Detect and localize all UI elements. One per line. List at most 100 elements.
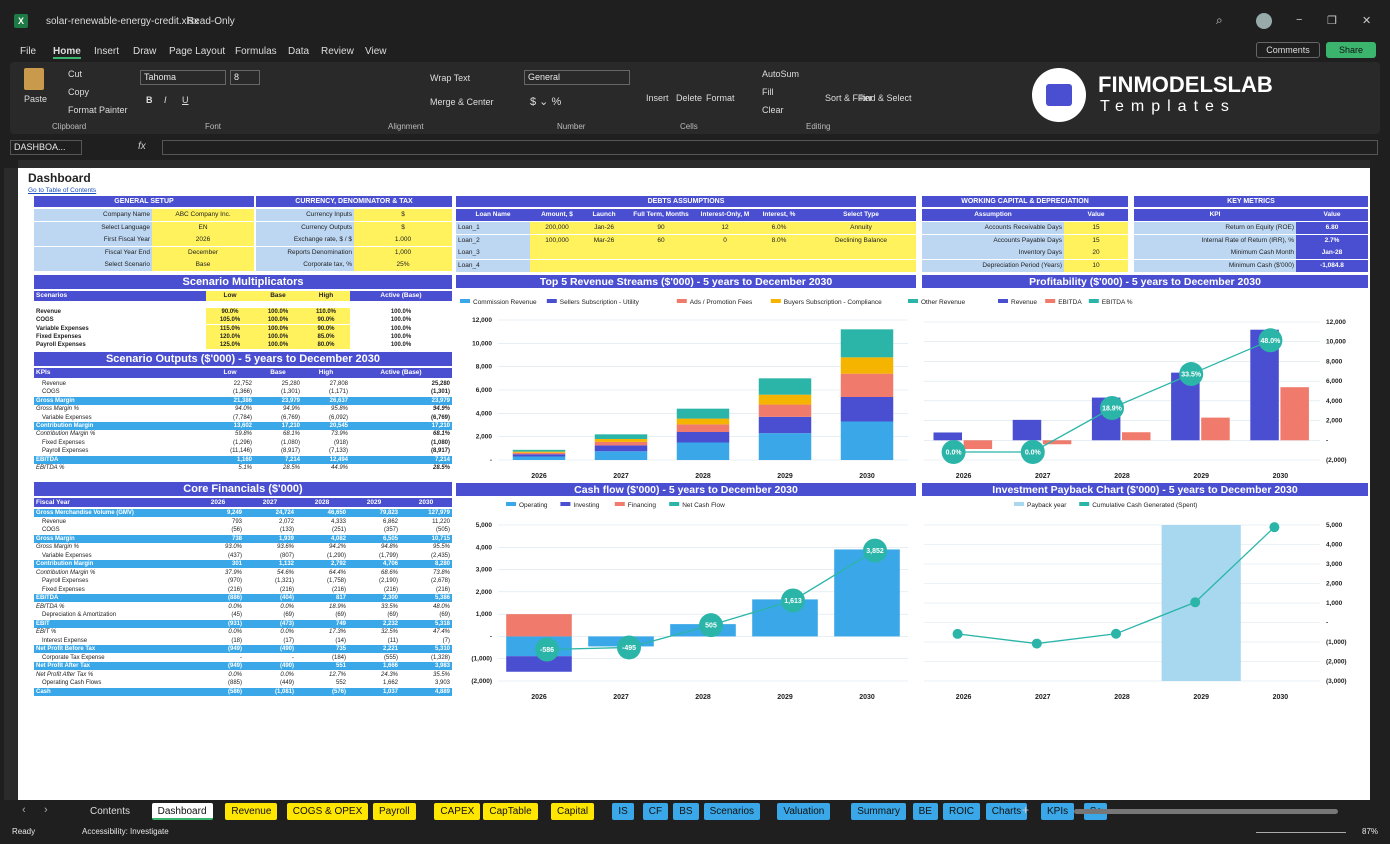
- excel-icon: X: [14, 14, 28, 28]
- revenue-legend-swatch: [676, 299, 687, 303]
- autosum-button[interactable]: AutoSum: [762, 69, 799, 79]
- payback-year-bar: [1161, 525, 1241, 681]
- group-cells: Cells: [680, 122, 698, 131]
- menu-draw[interactable]: Draw: [133, 46, 156, 57]
- clear-button[interactable]: Clear: [762, 105, 784, 115]
- insert-cells-button[interactable]: Insert: [646, 93, 669, 103]
- profit-legend-label: Revenue: [1011, 299, 1037, 306]
- copy-button[interactable]: Copy: [68, 87, 89, 97]
- tab-contents[interactable]: Contents: [84, 803, 136, 820]
- formula-input[interactable]: [162, 140, 1378, 155]
- payback-axis-tick: 3,000: [1326, 561, 1343, 568]
- tab-revenue[interactable]: Revenue: [225, 803, 278, 820]
- revenue-bar: [512, 449, 566, 452]
- tab-kpis[interactable]: KPIs: [1041, 803, 1075, 820]
- format-cells-button[interactable]: Format: [706, 93, 735, 103]
- font-size-select[interactable]: 8: [230, 70, 260, 85]
- revenue-bar: [512, 452, 566, 455]
- tab-is[interactable]: IS: [612, 803, 634, 820]
- cashflow-legend-label: Operating: [519, 502, 548, 509]
- zoom-level[interactable]: 87%: [1362, 827, 1378, 836]
- restore-button[interactable]: ❐: [1327, 14, 1337, 27]
- tab-capex[interactable]: CAPEX: [434, 803, 481, 820]
- number-format-select[interactable]: General: [524, 70, 630, 85]
- tab-bs[interactable]: BS: [673, 803, 699, 820]
- close-button[interactable]: ✕: [1362, 14, 1371, 27]
- revenue-category: 2029: [777, 473, 793, 480]
- minimize-button[interactable]: −: [1296, 14, 1302, 26]
- row-headers: [4, 168, 18, 800]
- find-select-button[interactable]: Find & Select: [858, 93, 912, 103]
- italic-button[interactable]: I: [164, 95, 167, 105]
- currency-button[interactable]: $ ⌄ %: [530, 95, 561, 108]
- tab-dashboard[interactable]: Dashboard: [151, 803, 213, 820]
- delete-cells-button[interactable]: Delete: [676, 93, 702, 103]
- tab-capital[interactable]: Capital: [551, 803, 595, 820]
- zoom-slider[interactable]: [1256, 832, 1346, 833]
- avatar[interactable]: [1256, 13, 1272, 29]
- tab-scenarios[interactable]: Scenarios: [703, 803, 761, 820]
- menu-insert[interactable]: Insert: [94, 46, 119, 57]
- font-name-select[interactable]: Tahoma: [140, 70, 226, 85]
- paste-icon[interactable]: [24, 68, 44, 90]
- cashflow-axis-tick: 1,000: [476, 611, 493, 618]
- profit-category: 2030: [1273, 473, 1289, 480]
- tab-valuation[interactable]: Valuation: [777, 803, 831, 820]
- net-cash-label: 505: [705, 623, 717, 630]
- fill-button[interactable]: Fill: [762, 87, 774, 97]
- file-name: solar-renewable-energy-credit.xlsx: [46, 16, 199, 27]
- underline-button[interactable]: U: [182, 95, 189, 105]
- cumulative-cash-point: [1111, 628, 1121, 639]
- horizontal-scrollbar[interactable]: [1074, 809, 1338, 814]
- cashflow-axis-tick: 2,000: [476, 589, 493, 596]
- paste-button[interactable]: Paste: [24, 94, 47, 104]
- group-alignment: Alignment: [388, 122, 424, 131]
- format-painter-button[interactable]: Format Painter: [68, 105, 128, 115]
- profit-category: 2029: [1193, 473, 1209, 480]
- tab-scroll-left-icon[interactable]: ‹: [22, 804, 26, 816]
- cashflow-axis-tick: (2,000): [471, 678, 492, 685]
- tab-captable[interactable]: CapTable: [483, 803, 538, 820]
- revenue-axis-tick: 12,000: [472, 317, 492, 324]
- revenue-bar: [594, 439, 648, 442]
- tab-cogs-opex[interactable]: COGS & OPEX: [286, 803, 369, 820]
- accessibility-status[interactable]: Accessibility: Investigate: [82, 827, 169, 836]
- revenue-bar: [840, 329, 894, 358]
- search-icon[interactable]: ⌕: [1216, 13, 1223, 28]
- menu-data[interactable]: Data: [288, 46, 309, 57]
- worksheet[interactable]: Dashboard Go to Table of Contents GENERA…: [18, 168, 1370, 800]
- comments-button[interactable]: Comments: [1256, 42, 1320, 58]
- tab-be[interactable]: BE: [912, 803, 938, 820]
- menu-formulas[interactable]: Formulas: [235, 46, 277, 57]
- cumulative-cash-point: [1031, 638, 1042, 649]
- share-button[interactable]: Share: [1326, 42, 1376, 58]
- revenue-legend-label: Buyers Subscription - Compliance: [784, 299, 882, 306]
- revenue-bar: [594, 441, 648, 446]
- tab-roic[interactable]: ROIC: [943, 803, 980, 820]
- profit-axis-tick: 6,000: [1326, 378, 1343, 385]
- revenue-legend-swatch: [546, 299, 557, 303]
- menu-file[interactable]: File: [20, 46, 36, 57]
- menu-view[interactable]: View: [365, 46, 387, 57]
- tab-payroll[interactable]: Payroll: [373, 803, 416, 820]
- menu-review[interactable]: Review: [321, 46, 354, 57]
- menu-page-layout[interactable]: Page Layout: [169, 46, 225, 57]
- merge-center-button[interactable]: Merge & Center: [430, 97, 494, 107]
- bold-button[interactable]: B: [146, 95, 153, 105]
- revenue-bar: [758, 394, 812, 405]
- profit-axis-tick: -: [1326, 437, 1328, 444]
- menu-home[interactable]: Home: [53, 46, 81, 59]
- net-cash-label: -586: [540, 647, 554, 654]
- wrap-text-button[interactable]: Wrap Text: [430, 73, 470, 83]
- tab-summary[interactable]: Summary: [851, 803, 906, 820]
- revenue-bar: [840, 373, 894, 397]
- tab-scroll-right-icon[interactable]: ›: [44, 804, 48, 816]
- cut-button[interactable]: Cut: [68, 69, 82, 79]
- name-box[interactable]: DASHBOA...: [10, 140, 82, 155]
- revenue-bar: [676, 408, 730, 419]
- profit-pct-label: 33.5%: [1181, 372, 1202, 379]
- revenue-axis-tick: 4,000: [476, 410, 493, 417]
- add-sheet-icon[interactable]: +: [1022, 803, 1029, 817]
- revenue-category: 2028: [695, 473, 711, 480]
- tab-cf[interactable]: CF: [642, 803, 669, 820]
